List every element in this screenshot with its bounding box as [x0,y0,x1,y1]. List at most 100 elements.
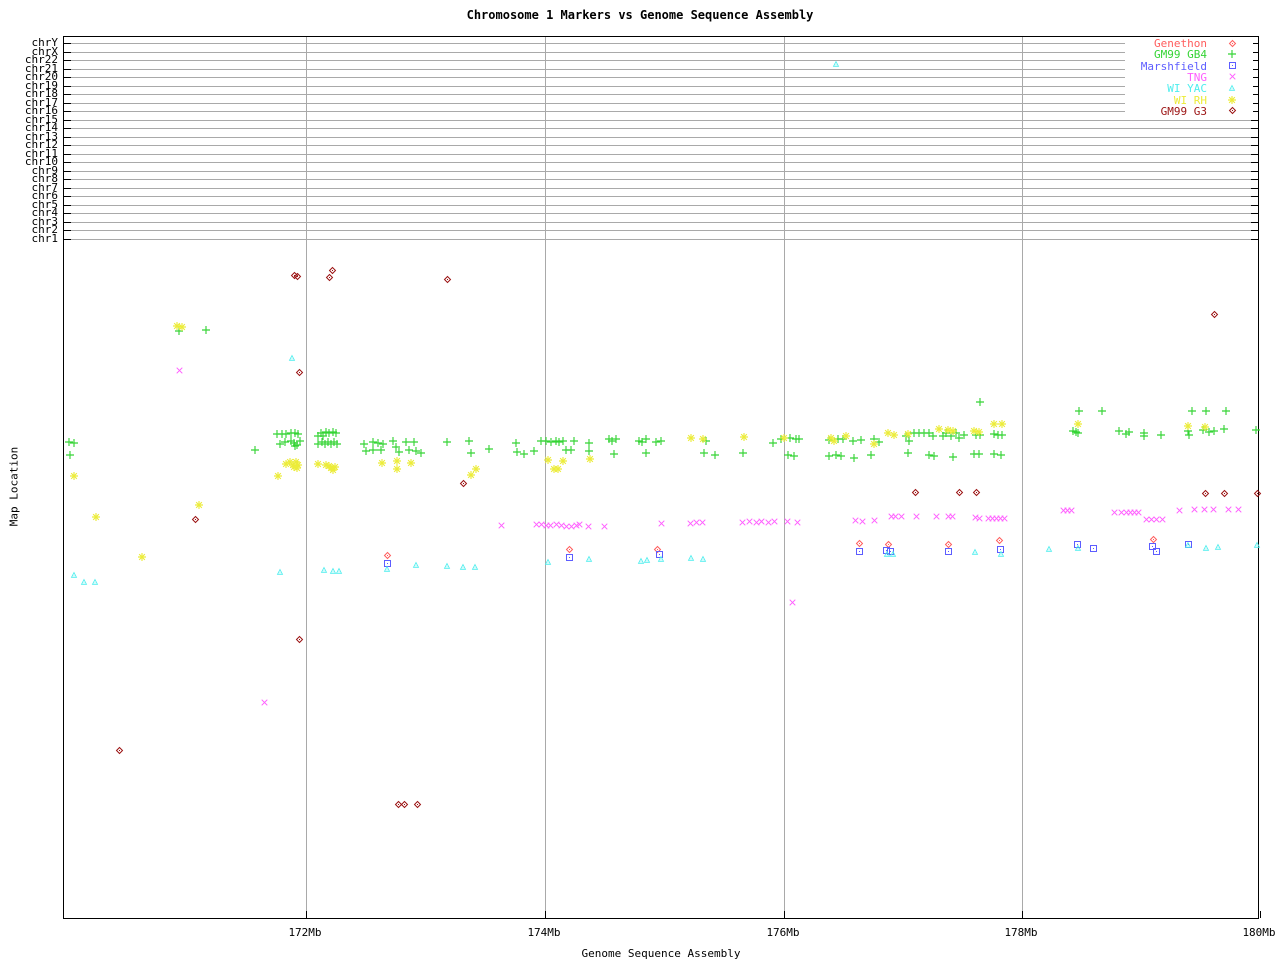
point-gm99gb4 [794,434,804,444]
axis-tick [545,911,546,918]
point-gm99g3 [1220,489,1228,497]
point-gm99gb4 [401,437,411,447]
point-wirh [558,456,568,466]
axis-tick [784,911,785,918]
mb-gridline [545,37,546,918]
point-wirh [69,471,79,481]
point-gm99g3 [1210,310,1218,318]
point-wiyac [890,551,896,557]
point-wiyac [545,559,551,565]
y-tick-label: chr1 [31,231,59,245]
point-tng [897,512,905,520]
point-wirh [829,436,839,446]
point-gm99gb4 [997,430,1007,440]
axis-tick [64,204,71,206]
axis-tick [1251,213,1258,215]
point-gm99gb4 [611,434,621,444]
mb-gridline [306,37,307,918]
point-wiyac [71,572,77,578]
point-wirh [1183,421,1193,431]
point-gm99g3 [459,479,467,487]
point-wiyac [81,579,87,585]
axis-tick [64,213,71,215]
point-gm99gb4 [849,453,859,463]
point-wiyac [688,555,694,561]
point-gm99gb4 [558,436,568,446]
point-gm99gb4 [641,448,651,458]
point-gm99gb4 [1187,406,1197,416]
chromosome-gridline [64,213,1258,215]
point-wirh [553,464,563,474]
chart-title: Chromosome 1 Markers vs Genome Sequence … [466,8,814,22]
point-wiyac [644,557,650,563]
point-gm99gb4 [484,444,494,454]
point-wirh [91,512,101,522]
axis-tick [64,162,71,164]
point-tng [1224,505,1232,513]
point-tng [745,517,753,525]
point-marshfield [944,547,952,555]
point-tng [1067,506,1075,514]
point-gm99gb4 [519,449,529,459]
x-tick-label: 172Mb [288,926,322,939]
chromosome-gridline [64,179,1258,181]
point-gm99gb4 [201,325,211,335]
point-tng [770,517,778,525]
chromosome-gridline [64,196,1258,198]
point-tng [600,522,608,530]
point-gm99gb4 [1209,426,1219,436]
point-gm99g3 [191,515,199,523]
point-wirh [989,419,999,429]
point-wiyac [833,61,839,67]
axis-tick [64,60,71,62]
axis-tick [1251,204,1258,206]
point-gm99gb4 [738,448,748,458]
point-gm99g3 [972,488,980,496]
point-tng [793,518,801,526]
chromosome-gridline [64,145,1258,147]
axis-tick [1251,153,1258,155]
axis-tick [64,145,71,147]
legend-label-wirh: WI RH [1173,93,1207,107]
point-gm99gb4 [836,451,846,461]
point-gm99gb4 [332,439,342,449]
point-gm99gb4 [974,449,984,459]
point-gm99gb4 [529,446,539,456]
axis-tick [1251,128,1258,130]
point-tng [1110,508,1118,516]
point-tng [738,518,746,526]
point-wirh [194,500,204,510]
point-marshfield [565,553,573,561]
axis-tick [1251,221,1258,223]
legend-marker-icon-gm99gb4 [1227,49,1237,59]
chromosome-gridline [64,128,1258,130]
legend-marker-icon-wirh [1227,94,1237,105]
point-wirh [177,322,187,332]
x-tick-label: 176Mb [766,926,800,939]
point-gm99gb4 [1156,430,1166,440]
point-gm99gb4 [975,397,985,407]
axis-tick [64,196,71,198]
point-tng [858,517,866,525]
point-tng [932,512,940,520]
point-gm99g3 [295,368,303,376]
point-wirh [869,439,879,449]
legend-label-wiyac: WI YAC [1167,82,1207,96]
point-tng [975,514,983,522]
point-gm99gb4 [856,435,866,445]
point-gm99gb4 [1139,431,1149,441]
point-wiyac [1215,544,1221,550]
point-tng [788,598,796,606]
point-wiyac [1203,545,1209,551]
point-gm99gb4 [1073,428,1083,438]
point-gm99gb4 [466,448,476,458]
point-wiyac [700,556,706,562]
point-genethon [1149,535,1157,543]
axis-tick [1251,196,1258,198]
axis-tick [1251,145,1258,147]
point-gm99gb4 [69,438,79,448]
point-wirh [686,433,696,443]
point-wirh [292,463,302,473]
point-gm99gb4 [929,451,939,461]
point-wiyac [413,562,419,568]
